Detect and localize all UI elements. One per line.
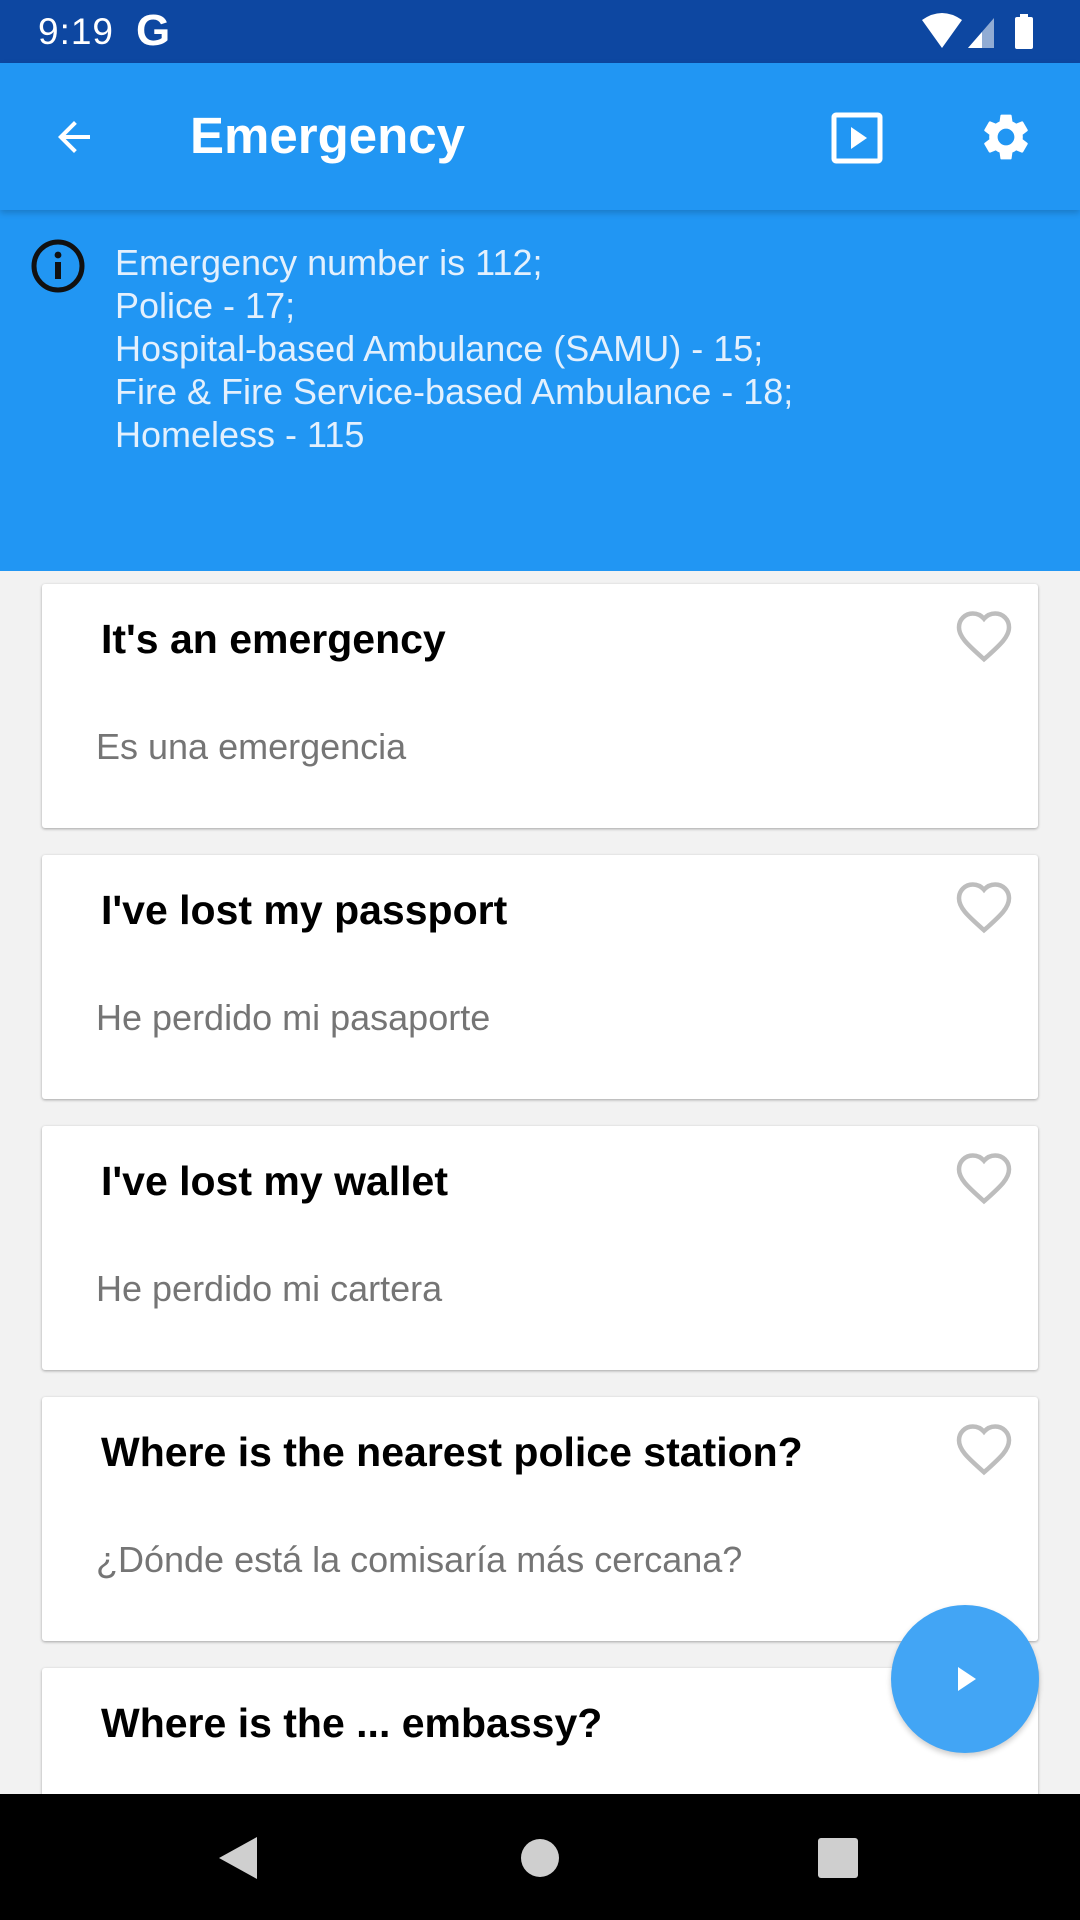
emergency-info-panel: Emergency number is 112; Police - 17; Ho… <box>0 210 1080 571</box>
nav-recents-icon <box>818 1838 858 1878</box>
info-circle-icon <box>31 239 85 293</box>
phrase-english: I've lost my passport <box>101 887 508 933</box>
arrow-back-icon <box>58 121 90 153</box>
heart-outline-icon <box>956 611 1012 663</box>
nav-home-icon <box>521 1839 559 1877</box>
play-box-icon <box>831 112 883 164</box>
settings-button[interactable] <box>970 101 1042 173</box>
slideshow-button[interactable] <box>822 103 892 173</box>
phrase-translation: ¿Dónde está la comisaría más cercana? <box>96 1539 743 1580</box>
phrase-translation: He perdido mi cartera <box>96 1268 443 1309</box>
signal-icon <box>968 18 994 48</box>
phrase-translation: Es una emergencia <box>96 726 407 767</box>
favorite-button[interactable] <box>954 879 1014 935</box>
favorite-button[interactable] <box>954 1150 1014 1206</box>
phrase-english: It's an emergency <box>101 616 446 662</box>
play-icon <box>958 1667 976 1691</box>
heart-outline-icon <box>956 882 1012 934</box>
info-line: Emergency number is 112; <box>115 242 543 283</box>
phrase-translation: He perdido mi pasaporte <box>96 997 491 1038</box>
phrase-english: Where is the ... embassy? <box>101 1700 603 1746</box>
app-bar: Emergency <box>0 63 1080 210</box>
phrase-english: I've lost my wallet <box>101 1158 448 1204</box>
heart-outline-icon <box>956 1424 1012 1476</box>
info-line: Hospital-based Ambulance (SAMU) - 15; <box>115 328 764 369</box>
status-icons <box>922 13 1033 49</box>
heart-outline-icon <box>956 1153 1012 1205</box>
page-title: Emergency <box>190 107 465 164</box>
phrase-english: Where is the nearest police station? <box>101 1429 803 1475</box>
nav-recents-button[interactable] <box>808 1828 868 1888</box>
status-bar: 9:19 G <box>0 0 1080 63</box>
info-line: Police - 17; <box>115 285 296 326</box>
nav-back-button[interactable] <box>208 1828 268 1888</box>
play-all-fab[interactable] <box>891 1605 1039 1753</box>
phrase-card[interactable]: Where is the nearest police station? ¿Dó… <box>42 1397 1038 1641</box>
phrase-card[interactable]: I've lost my wallet He perdido mi carter… <box>42 1126 1038 1370</box>
status-time: 9:19 <box>38 11 115 52</box>
emergency-numbers-text: Emergency number is 112; Police - 17; Ho… <box>115 241 1035 456</box>
gear-icon <box>984 114 1028 160</box>
nav-home-button[interactable] <box>510 1828 570 1888</box>
info-line: Fire & Fire Service-based Ambulance - 18… <box>115 371 794 412</box>
phrase-card[interactable]: I've lost my passport He perdido mi pasa… <box>42 855 1038 1099</box>
favorite-button[interactable] <box>954 608 1014 664</box>
nav-back-icon <box>219 1837 257 1879</box>
info-line: Homeless - 115 <box>115 414 365 455</box>
favorite-button[interactable] <box>954 1421 1014 1477</box>
google-g-icon: G <box>136 6 171 55</box>
phrase-card[interactable]: It's an emergency Es una emergencia <box>42 584 1038 828</box>
battery-icon <box>1015 14 1033 49</box>
back-button[interactable] <box>40 103 108 171</box>
system-nav-bar <box>0 1794 1080 1920</box>
wifi-icon <box>922 13 962 48</box>
